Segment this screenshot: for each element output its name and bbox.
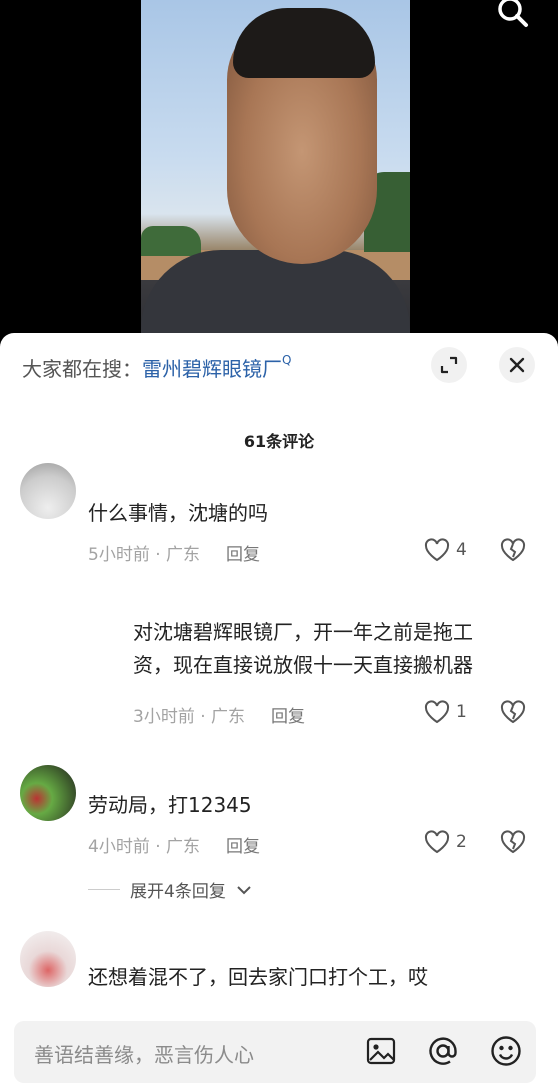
search-icon[interactable] (496, 0, 530, 28)
comment-text: 什么事情，沈塘的吗 (88, 501, 268, 525)
like-count: 2 (456, 832, 467, 852)
comment-text: 劳动局，打12345 (88, 793, 252, 817)
emoji-icon[interactable] (490, 1035, 522, 1067)
broken-heart-icon (500, 538, 526, 562)
comment-meta: 3小时前 · 广东 回复 (133, 702, 305, 727)
comment-time: 3小时前 · 广东 (133, 707, 246, 727)
avatar[interactable] (20, 463, 76, 519)
broken-heart-icon (500, 830, 526, 854)
hot-search-keyword[interactable]: 雷州碧辉眼镜厂 (142, 357, 282, 381)
video-player[interactable] (0, 0, 558, 345)
expand-replies-button[interactable]: 展开4条回复 (88, 877, 252, 902)
avatar[interactable] (20, 765, 76, 821)
heart-icon (424, 538, 450, 562)
hot-search-prefix: 大家都在搜： (22, 357, 142, 381)
reply-button[interactable]: 回复 (226, 545, 260, 565)
dislike-button[interactable] (500, 700, 526, 728)
comment-meta: 5小时前 · 广东 回复 (88, 540, 260, 565)
like-button[interactable]: 4 (424, 538, 467, 562)
hot-search-bar[interactable]: 大家都在搜：雷州碧辉眼镜厂Q (22, 353, 291, 382)
dislike-button[interactable] (500, 538, 526, 566)
close-button[interactable] (499, 347, 535, 383)
avatar[interactable] (20, 931, 76, 987)
dislike-button[interactable] (500, 830, 526, 858)
like-count: 4 (456, 540, 467, 560)
like-count: 1 (456, 702, 467, 722)
comment-meta: 4小时前 · 广东 回复 (88, 832, 260, 857)
comment-input-placeholder: 善语结善缘，恶言伤人心 (34, 1043, 254, 1067)
divider-line (88, 889, 120, 890)
video-person-hair (233, 8, 375, 78)
comment-input[interactable]: 善语结善缘，恶言伤人心 (14, 1021, 536, 1083)
comment-count: 61条评论 (243, 432, 315, 451)
comment-input-bar: 善语结善缘，恶言伤人心 (0, 1005, 558, 1090)
expand-button[interactable] (431, 347, 467, 383)
broken-heart-icon (500, 700, 526, 724)
comment-text: 还想着混不了，回去家门口打个工，哎 (88, 965, 428, 989)
close-icon (509, 357, 525, 373)
reply-button[interactable]: 回复 (271, 707, 305, 727)
hot-search-glyph: Q (282, 353, 292, 367)
comment-time: 5小时前 · 广东 (88, 545, 201, 565)
reply-button[interactable]: 回复 (226, 837, 260, 857)
video-frame (141, 0, 410, 345)
image-icon[interactable] (365, 1035, 397, 1067)
chevron-down-icon (237, 885, 251, 894)
like-button[interactable]: 2 (424, 830, 467, 854)
comment-panel: 大家都在搜：雷州碧辉眼镜厂Q 61条评论 什么事情，沈塘的吗 5小时前 · 广东… (0, 333, 558, 1090)
heart-icon (424, 700, 450, 724)
comment-text-line1: 对沈塘碧辉眼镜厂，开一年之前是拖工 (133, 620, 473, 644)
video-person-body (141, 250, 410, 345)
like-button[interactable]: 1 (424, 700, 467, 724)
comment-text-line2: 资，现在直接说放假十一天直接搬机器 (133, 653, 473, 677)
at-icon[interactable] (427, 1035, 459, 1067)
comment-time: 4小时前 · 广东 (88, 837, 201, 857)
expand-replies-label: 展开4条回复 (130, 882, 226, 902)
expand-icon (440, 356, 458, 374)
video-trees-left (141, 226, 201, 256)
heart-icon (424, 830, 450, 854)
